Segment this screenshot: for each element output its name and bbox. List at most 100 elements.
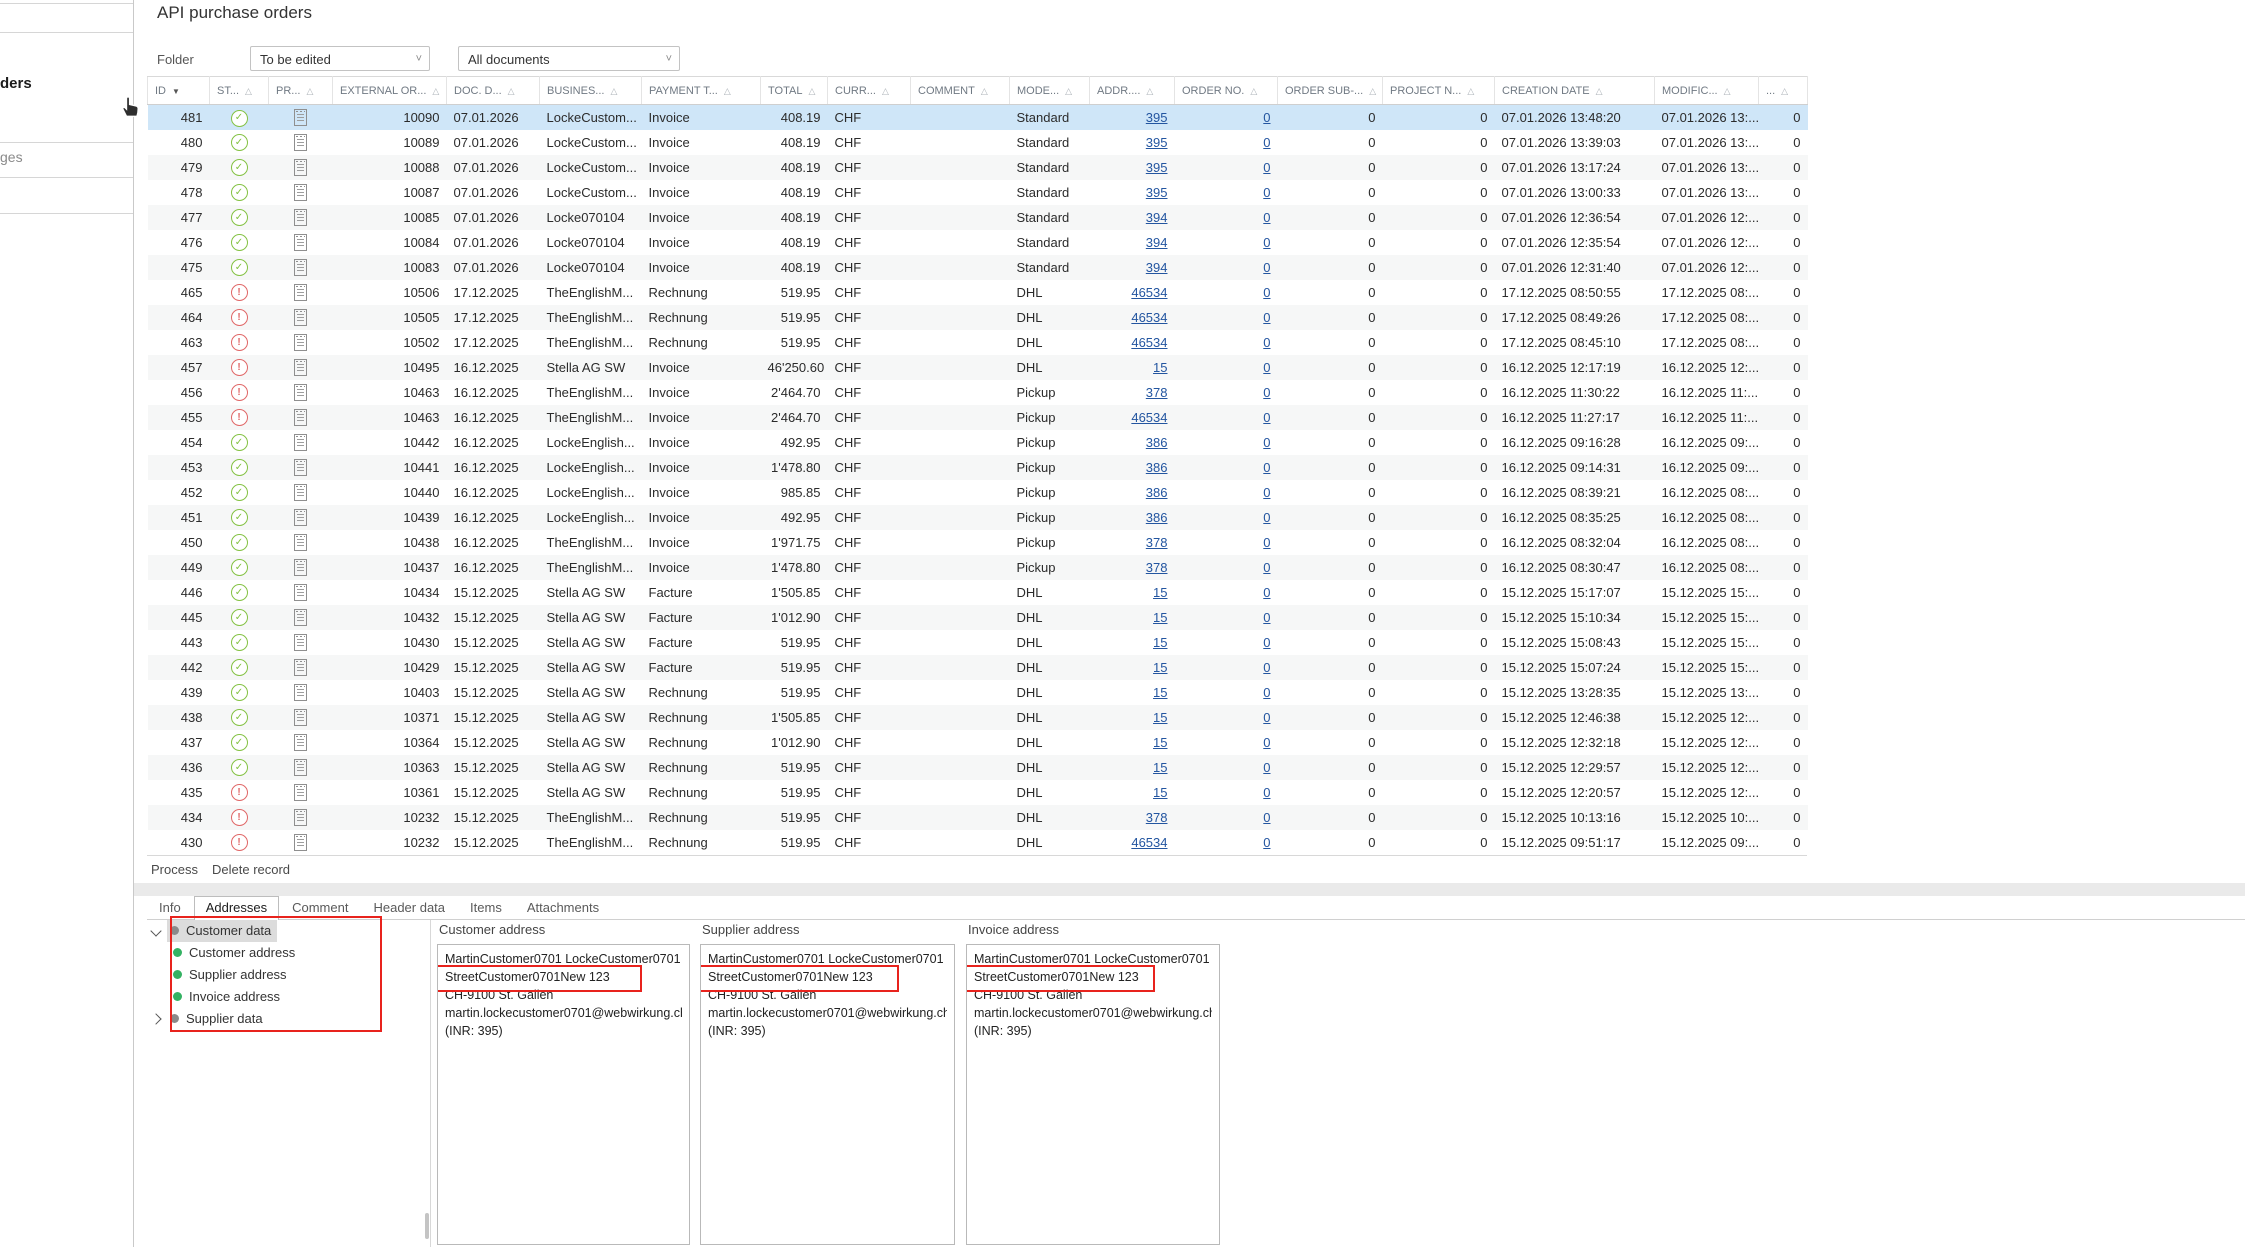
column-header-total[interactable]: TOTAL△ (761, 77, 828, 105)
table-row[interactable]: 452✓1044016.12.2025LockeEnglish...Invoic… (148, 480, 1808, 505)
document-preview-icon[interactable] (294, 584, 307, 601)
table-row[interactable]: 455!1046316.12.2025TheEnglishM...Invoice… (148, 405, 1808, 430)
table-row[interactable]: 438✓1037115.12.2025Stella AG SWRechnung1… (148, 705, 1808, 730)
table-row[interactable]: 437✓1036415.12.2025Stella AG SWRechnung1… (148, 730, 1808, 755)
table-row[interactable]: 476✓1008407.01.2026Locke070104Invoice408… (148, 230, 1808, 255)
table-row[interactable]: 477✓1008507.01.2026Locke070104Invoice408… (148, 205, 1808, 230)
order-no-link[interactable]: 0 (1263, 310, 1270, 325)
address-link[interactable]: 15 (1153, 785, 1167, 800)
order-no-link[interactable]: 0 (1263, 435, 1270, 450)
column-header-order-sub[interactable]: ORDER SUB-...△ (1278, 77, 1383, 105)
document-preview-icon[interactable] (294, 559, 307, 576)
document-preview-icon[interactable] (294, 184, 307, 201)
order-no-link[interactable]: 0 (1263, 560, 1270, 575)
document-preview-icon[interactable] (294, 834, 307, 851)
address-link[interactable]: 378 (1146, 385, 1168, 400)
document-preview-icon[interactable] (294, 459, 307, 476)
tree-node-customer-data[interactable]: Customer data (147, 920, 430, 942)
address-link[interactable]: 386 (1146, 435, 1168, 450)
table-row[interactable]: 446✓1043415.12.2025Stella AG SWFacture1'… (148, 580, 1808, 605)
order-no-link[interactable]: 0 (1263, 735, 1270, 750)
table-row[interactable]: 481✓1009007.01.2026LockeCustom...Invoice… (148, 105, 1808, 130)
address-link[interactable]: 394 (1146, 235, 1168, 250)
address-link[interactable]: 395 (1146, 110, 1168, 125)
order-no-link[interactable]: 0 (1263, 535, 1270, 550)
column-header-id[interactable]: ID▼ (148, 77, 210, 105)
column-header-currency[interactable]: CURR...△ (828, 77, 911, 105)
chevron-right-icon[interactable] (150, 1013, 161, 1024)
address-link[interactable]: 15 (1153, 735, 1167, 750)
document-preview-icon[interactable] (294, 109, 307, 126)
address-link[interactable]: 395 (1146, 135, 1168, 150)
order-no-link[interactable]: 0 (1263, 610, 1270, 625)
table-row[interactable]: 443✓1043015.12.2025Stella AG SWFacture51… (148, 630, 1808, 655)
document-preview-icon[interactable] (294, 684, 307, 701)
table-row[interactable]: 457!1049516.12.2025Stella AG SWInvoice46… (148, 355, 1808, 380)
process-button[interactable]: Process (151, 862, 198, 877)
tree-node-supplier-data[interactable]: Supplier data (147, 1008, 430, 1030)
table-row[interactable]: 434!1023215.12.2025TheEnglishM...Rechnun… (148, 805, 1808, 830)
tree-node-supplier-address[interactable]: Supplier address (147, 964, 430, 986)
table-row[interactable]: 456!1046316.12.2025TheEnglishM...Invoice… (148, 380, 1808, 405)
address-link[interactable]: 386 (1146, 510, 1168, 525)
column-header-payment-term[interactable]: PAYMENT T...△ (642, 77, 761, 105)
folder-select[interactable]: To be edited ˅ (250, 46, 430, 71)
column-header-mode[interactable]: MODE...△ (1010, 77, 1090, 105)
order-no-link[interactable]: 0 (1263, 235, 1270, 250)
column-header-address[interactable]: ADDR....△ (1090, 77, 1175, 105)
order-no-link[interactable]: 0 (1263, 260, 1270, 275)
order-no-link[interactable]: 0 (1263, 410, 1270, 425)
address-link[interactable]: 378 (1146, 810, 1168, 825)
sidebar-item-pages[interactable]: ges (0, 149, 23, 165)
documents-select[interactable]: All documents ˅ (458, 46, 680, 71)
tree-node-invoice-address[interactable]: Invoice address (147, 986, 430, 1008)
tree-scrollbar-thumb[interactable] (425, 1213, 429, 1239)
document-preview-icon[interactable] (294, 434, 307, 451)
column-header-doc-date[interactable]: DOC. D...△ (447, 77, 540, 105)
document-preview-icon[interactable] (294, 809, 307, 826)
document-preview-icon[interactable] (294, 734, 307, 751)
address-link[interactable]: 46534 (1131, 335, 1167, 350)
document-preview-icon[interactable] (294, 359, 307, 376)
order-no-link[interactable]: 0 (1263, 810, 1270, 825)
column-header-order-no[interactable]: ORDER NO.△ (1175, 77, 1278, 105)
column-header-extra[interactable]: ...△ (1759, 77, 1808, 105)
order-no-link[interactable]: 0 (1263, 685, 1270, 700)
column-header-comment[interactable]: COMMENT△ (911, 77, 1010, 105)
address-link[interactable]: 386 (1146, 460, 1168, 475)
table-row[interactable]: 454✓1044216.12.2025LockeEnglish...Invoic… (148, 430, 1808, 455)
order-no-link[interactable]: 0 (1263, 485, 1270, 500)
document-preview-icon[interactable] (294, 634, 307, 651)
address-link[interactable]: 46534 (1131, 285, 1167, 300)
delete-record-button[interactable]: Delete record (212, 862, 290, 877)
order-no-link[interactable]: 0 (1263, 585, 1270, 600)
tab-addresses[interactable]: Addresses (194, 896, 279, 920)
table-row[interactable]: 463!1050217.12.2025TheEnglishM...Rechnun… (148, 330, 1808, 355)
address-box[interactable]: MartinCustomer0701 LockeCustomer0701Stre… (437, 944, 690, 1245)
table-row[interactable]: 464!1050517.12.2025TheEnglishM...Rechnun… (148, 305, 1808, 330)
document-preview-icon[interactable] (294, 209, 307, 226)
address-link[interactable]: 15 (1153, 585, 1167, 600)
order-no-link[interactable]: 0 (1263, 360, 1270, 375)
address-link[interactable]: 394 (1146, 260, 1168, 275)
table-row[interactable]: 450✓1043816.12.2025TheEnglishM...Invoice… (148, 530, 1808, 555)
table-row[interactable]: 475✓1008307.01.2026Locke070104Invoice408… (148, 255, 1808, 280)
table-row[interactable]: 430!1023215.12.2025TheEnglishM...Rechnun… (148, 830, 1808, 855)
document-preview-icon[interactable] (294, 534, 307, 551)
address-link[interactable]: 378 (1146, 560, 1168, 575)
address-link[interactable]: 395 (1146, 160, 1168, 175)
column-header-status[interactable]: ST...△ (210, 77, 269, 105)
address-link[interactable]: 15 (1153, 710, 1167, 725)
address-box[interactable]: MartinCustomer0701 LockeCustomer0701Stre… (700, 944, 955, 1245)
column-header-modification-date[interactable]: MODIFIC...△ (1655, 77, 1759, 105)
table-row[interactable]: 449✓1043716.12.2025TheEnglishM...Invoice… (148, 555, 1808, 580)
document-preview-icon[interactable] (294, 659, 307, 676)
table-row[interactable]: 435!1036115.12.2025Stella AG SWRechnung5… (148, 780, 1808, 805)
address-box[interactable]: MartinCustomer0701 LockeCustomer0701Stre… (966, 944, 1220, 1245)
column-header-creation-date[interactable]: CREATION DATE△ (1495, 77, 1655, 105)
order-no-link[interactable]: 0 (1263, 285, 1270, 300)
order-no-link[interactable]: 0 (1263, 760, 1270, 775)
document-preview-icon[interactable] (294, 509, 307, 526)
table-row[interactable]: 453✓1044116.12.2025LockeEnglish...Invoic… (148, 455, 1808, 480)
column-header-external-order[interactable]: EXTERNAL OR...△ (333, 77, 447, 105)
